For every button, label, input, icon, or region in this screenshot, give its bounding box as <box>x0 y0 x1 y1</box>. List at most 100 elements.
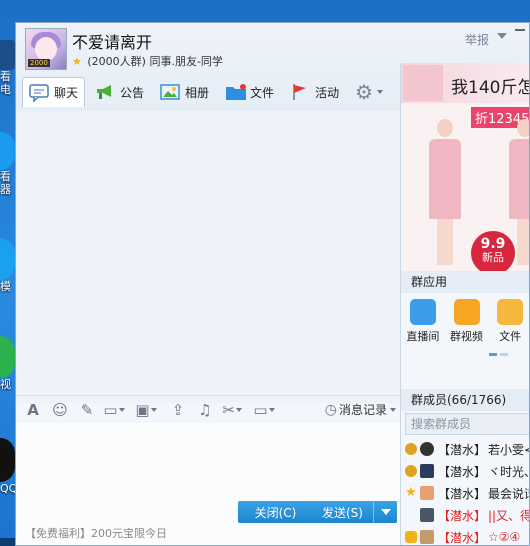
member-row[interactable]: 【潜水】 ||又、得 <box>401 504 530 526</box>
close-button-label: 关闭(C) <box>254 505 297 520</box>
minimize-icon[interactable] <box>515 29 525 31</box>
ad-banner[interactable]: 我140斤怎 折12345 9.9 新品 <box>401 63 530 271</box>
ad-model-figure <box>425 119 465 269</box>
group-chat-window: 2000 不爱请离开 ★ (2000人群) 同事.朋友-同学 举报 聊天 公告 <box>15 22 530 546</box>
pager-dot[interactable] <box>500 353 508 356</box>
chevron-down-icon <box>235 408 242 412</box>
group-tags[interactable]: 同事.朋友-同学 <box>149 55 222 68</box>
app-group-video[interactable]: 群视频 <box>445 295 489 347</box>
promo-link[interactable]: 【免费福利】200元宝限今日 <box>25 525 167 541</box>
member-name: 最会说话 <box>488 486 529 501</box>
tab-files[interactable]: 文件 <box>219 78 280 106</box>
chevron-down-icon <box>377 90 384 94</box>
member-level-icon <box>405 443 417 455</box>
app-live-room[interactable]: 直播间 <box>401 295 445 347</box>
send-options-button[interactable] <box>373 501 397 523</box>
desktop-icon-2[interactable]: 看 器 <box>0 132 15 196</box>
member-row[interactable]: 【潜水】 ヾ时光、 <box>401 460 529 482</box>
tab-label: 活动 <box>315 85 340 100</box>
ad-thumbnail <box>403 65 443 101</box>
desktop-icon-1[interactable]: 看 电 <box>0 40 15 96</box>
desktop-icon-3[interactable]: 模 <box>0 238 15 293</box>
group-video-icon <box>453 299 480 325</box>
desktop-icon-sublabel: 电 <box>0 83 11 96</box>
tab-album[interactable]: 相册 <box>154 78 215 106</box>
member-role: 【潜水】 <box>438 464 487 479</box>
qq-penguin-icon <box>0 438 15 482</box>
tab-activity[interactable]: 活动 <box>284 78 345 106</box>
shake-icon[interactable]: ✎ <box>77 400 97 420</box>
image-icon[interactable]: ▣ <box>135 400 157 420</box>
desktop-icon-label: 视 <box>0 378 11 391</box>
music-icon[interactable]: ♫ <box>195 400 215 420</box>
avatar <box>420 464 434 478</box>
pager-dot-active[interactable] <box>489 353 497 356</box>
gift-icon[interactable]: ▭ <box>103 400 125 420</box>
app-file[interactable]: 文件 <box>488 295 529 347</box>
group-apps-title: 群应用 <box>401 271 529 293</box>
desktop-icon-label: 看 <box>0 170 11 183</box>
font-icon[interactable]: A <box>23 400 43 420</box>
member-search-input[interactable]: 搜索群成员 <box>405 413 529 435</box>
member-count-text: (2000人群) <box>87 55 146 68</box>
member-list: 【潜水】 若小雯< 【潜水】 ヾ时光、 ★ 【潜水】 最会说话 【潜水】 ||又… <box>401 438 530 545</box>
desktop-icon-sublabel: 器 <box>0 183 11 196</box>
member-row[interactable]: ★ 【潜水】 最会说话 <box>401 482 529 504</box>
tab-chat[interactable]: 聊天 <box>22 77 86 107</box>
member-level-icon <box>405 465 417 477</box>
report-link[interactable]: 举报 <box>465 31 489 48</box>
desktop-icon-label: 看 <box>0 70 11 83</box>
message-history-button[interactable]: ◷ 消息记录 <box>325 401 396 418</box>
desktop-app-icon <box>0 40 15 70</box>
chevron-down-icon <box>150 408 157 412</box>
desktop-icon-qq[interactable]: QQ <box>0 438 15 495</box>
scissors-icon[interactable]: ✂ <box>222 400 242 420</box>
avatar <box>420 486 434 500</box>
member-level-icon <box>405 531 417 543</box>
group-name[interactable]: 不爱请离开 <box>72 29 152 53</box>
star-icon: ★ <box>405 485 417 500</box>
ad-headline: 我140斤怎 <box>451 78 530 98</box>
tab-label: 公告 <box>120 85 145 100</box>
desktop-icon-label: 模 <box>0 280 11 293</box>
star-icon: ★ <box>72 55 82 68</box>
message-input[interactable]: 【免费福利】200元宝限今日 <box>16 423 400 545</box>
chat-bubble-icon <box>29 83 49 103</box>
avatar <box>420 442 434 456</box>
member-role: 【潜水】 <box>438 508 487 523</box>
desktop-icon-4[interactable]: 视 <box>0 336 15 391</box>
right-panel: 我140斤怎 折12345 9.9 新品 群应用 直播间 群视频 文件 群成员(… <box>400 63 530 545</box>
chevron-down-icon <box>390 407 396 412</box>
avatar <box>420 530 434 544</box>
member-name: ☆②④ <box>488 530 521 544</box>
model-head <box>517 119 529 137</box>
member-row[interactable]: 【潜水】 ☆②④ <box>401 526 529 545</box>
model-dress <box>509 139 529 219</box>
member-name: 若小雯< <box>488 442 530 457</box>
group-avatar[interactable]: 2000 <box>25 28 67 70</box>
desktop-app-icon <box>0 238 15 280</box>
model-legs <box>437 219 453 265</box>
settings-menu[interactable]: ⚙ <box>349 78 389 106</box>
member-name: ||又、得 <box>488 508 530 523</box>
upload-icon[interactable]: ⇪ <box>168 400 188 420</box>
app-pager[interactable] <box>489 353 511 356</box>
album-icon <box>160 83 180 101</box>
message-area[interactable] <box>16 111 400 403</box>
folder-icon <box>225 83 247 101</box>
desktop-icon-label: QQ <box>0 482 15 495</box>
member-role: 【潜水】 <box>438 442 487 457</box>
no-message-icon[interactable]: ▭ <box>253 400 275 420</box>
gear-icon: ⚙ <box>355 80 374 104</box>
member-role: 【潜水】 <box>438 486 487 501</box>
model-head <box>437 119 453 137</box>
avatar-badge: 2000 <box>28 59 50 67</box>
send-button-label: 发送(S) <box>322 505 363 520</box>
member-row[interactable]: 【潜水】 若小雯< <box>401 438 530 460</box>
group-apps: 直播间 群视频 文件 <box>401 295 529 347</box>
tab-announcement[interactable]: 公告 <box>89 78 150 106</box>
megaphone-icon <box>95 83 115 101</box>
emoji-icon[interactable]: ☺ <box>50 400 70 420</box>
tab-label: 相册 <box>185 85 210 100</box>
window-menu-icon[interactable] <box>497 33 507 39</box>
